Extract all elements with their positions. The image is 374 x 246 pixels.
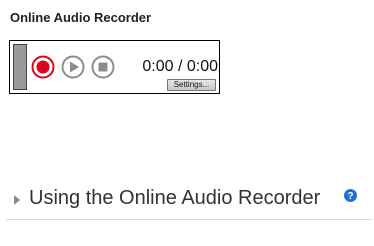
play-icon <box>61 55 85 79</box>
audio-recorder-widget: 0:00 / 0:00 Settings... <box>9 40 220 94</box>
stop-button[interactable] <box>91 55 115 79</box>
settings-button[interactable]: Settings... <box>167 79 216 91</box>
section-title: Online Audio Recorder <box>10 10 152 25</box>
help-section-link[interactable]: Using the Online Audio Recorder <box>29 187 320 210</box>
stop-icon <box>91 55 115 79</box>
record-icon <box>31 55 55 79</box>
page: Online Audio Recorder 0:00 / 0:00 Settin… <box>0 0 374 246</box>
question-circle-icon[interactable]: ? <box>344 189 357 202</box>
time-readout: 0:00 / 0:00 <box>142 58 218 75</box>
record-button[interactable] <box>31 55 55 79</box>
divider <box>6 219 372 220</box>
svg-text:?: ? <box>347 191 353 202</box>
help-section: Using the Online Audio Recorder ? <box>14 186 362 216</box>
level-meter <box>13 44 27 90</box>
disclosure-triangle-icon[interactable] <box>14 195 20 205</box>
play-button[interactable] <box>61 55 85 79</box>
